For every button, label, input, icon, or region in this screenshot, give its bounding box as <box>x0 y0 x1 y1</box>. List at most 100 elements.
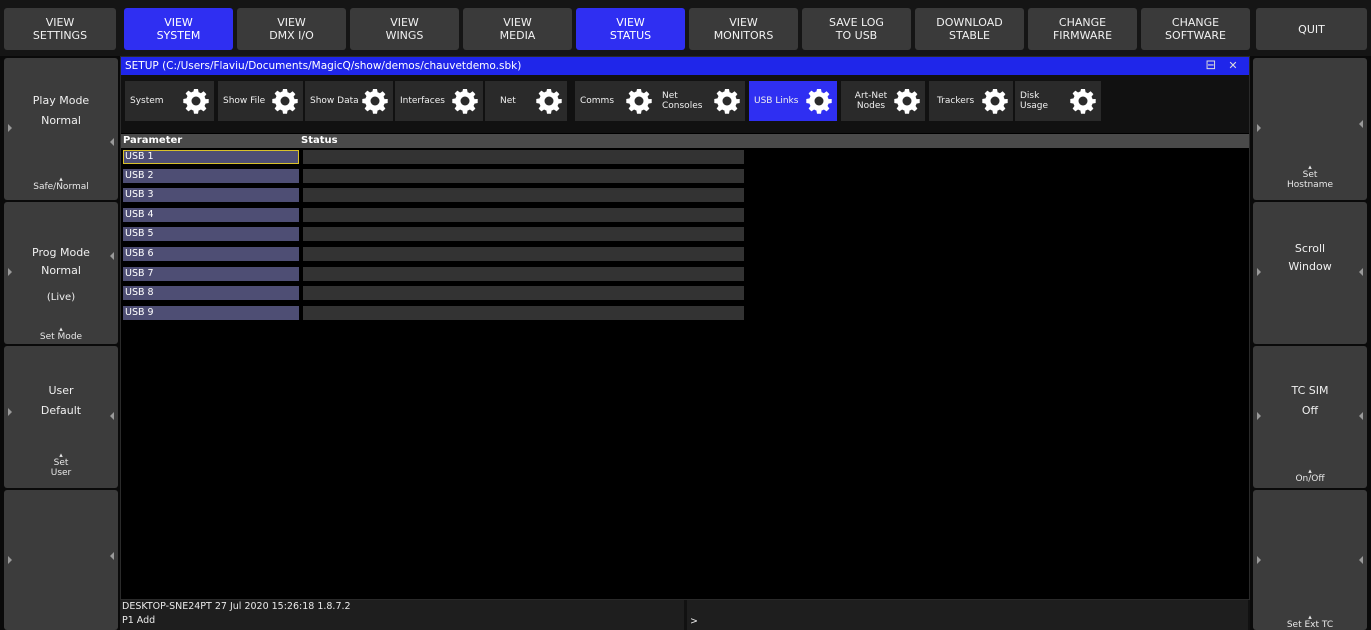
gear-icon <box>272 89 298 114</box>
tab-disk-usage[interactable]: Disk Usage <box>1015 81 1101 121</box>
view-status-button[interactable]: VIEW STATUS <box>576 8 685 50</box>
tab-interfaces[interactable]: Interfaces <box>395 81 483 121</box>
command-input-panel[interactable]: > <box>687 600 1248 630</box>
empty-left-softkey[interactable] <box>4 490 118 630</box>
set-mode-action: ▴ Set Mode <box>4 326 118 343</box>
command-line-text[interactable]: P1 Add <box>122 614 684 628</box>
tab-usb-links[interactable]: USB Links <box>749 81 837 121</box>
tab-net-consoles[interactable]: Net Consoles <box>657 81 745 121</box>
parameter-cell[interactable]: USB 8 <box>123 286 299 300</box>
status-cell[interactable] <box>303 227 744 241</box>
window-title-bar[interactable]: SETUP (C:/Users/Flaviu/Documents/MagicQ/… <box>121 57 1249 75</box>
tab-art-net-nodes[interactable]: Art-Net Nodes <box>841 81 925 121</box>
user-softkey[interactable]: User Default ▴ Set User <box>4 346 118 488</box>
scroll-window-softkey[interactable]: Scroll Window <box>1253 202 1367 344</box>
status-bar: DESKTOP-SNE24PT 27 Jul 2020 15:26:18 1.8… <box>120 600 1250 630</box>
set-hostname-action: ▴ Set Hostname <box>1253 164 1367 191</box>
parameter-cell[interactable]: USB 7 <box>123 267 299 281</box>
status-cell[interactable] <box>303 247 744 261</box>
gear-icon <box>183 89 209 114</box>
tab-show-file[interactable]: Show File <box>218 81 303 121</box>
save-log-to-usb-button[interactable]: SAVE LOG TO USB <box>802 8 911 50</box>
parameter-cell[interactable]: USB 9 <box>123 306 299 320</box>
right-arrow-icon <box>110 138 114 146</box>
gear-icon <box>1070 89 1096 114</box>
tab-net[interactable]: Net <box>485 81 567 121</box>
user-title: User <box>48 384 74 397</box>
status-cell[interactable] <box>303 150 744 164</box>
gear-icon <box>362 89 388 114</box>
gear-icon <box>536 89 562 114</box>
left-arrow-icon <box>1257 556 1261 564</box>
scroll-title: Scroll <box>1294 242 1326 255</box>
gear-icon <box>714 89 740 114</box>
setup-window: SETUP (C:/Users/Flaviu/Documents/MagicQ/… <box>120 56 1250 600</box>
tab-show-data[interactable]: Show Data <box>305 81 393 121</box>
tc-sim-softkey[interactable]: TC SIM Off ▴ On/Off <box>1253 346 1367 488</box>
tab-comms[interactable]: Comms <box>575 81 657 121</box>
top-softkey-bar: VIEW SETTINGS VIEW SYSTEM VIEW DMX I/O V… <box>0 0 1371 56</box>
status-cell[interactable] <box>303 208 744 222</box>
status-cell[interactable] <box>303 286 744 300</box>
view-settings-button[interactable]: VIEW SETTINGS <box>4 8 116 50</box>
window-title: SETUP (C:/Users/Flaviu/Documents/MagicQ/… <box>125 60 522 72</box>
status-cell[interactable] <box>303 188 744 202</box>
restore-window-icon[interactable]: ⊟ <box>1203 57 1219 75</box>
gear-icon <box>806 89 832 114</box>
right-arrow-icon <box>110 552 114 560</box>
right-arrow-icon <box>1359 120 1363 128</box>
on-off-action: ▴ On/Off <box>1253 468 1367 485</box>
prog-mode-softkey[interactable]: Prog Mode Normal (Live) ▴ Set Mode <box>4 202 118 344</box>
status-cell[interactable] <box>303 169 744 183</box>
view-wings-button[interactable]: VIEW WINGS <box>350 8 459 50</box>
tab-system[interactable]: System <box>125 81 214 121</box>
left-arrow-icon <box>1257 124 1261 132</box>
gear-icon <box>982 89 1008 114</box>
scroll-value: Window <box>1288 260 1332 273</box>
gear-icon <box>452 89 478 114</box>
safe-normal-action: ▴ Safe/Normal <box>4 176 118 193</box>
parameter-cell[interactable]: USB 6 <box>123 247 299 261</box>
tab-trackers[interactable]: Trackers <box>929 81 1013 121</box>
gear-icon <box>626 89 652 114</box>
command-prompt: > <box>690 616 698 627</box>
quit-button[interactable]: QUIT <box>1256 8 1367 50</box>
left-arrow-icon <box>8 556 12 564</box>
play-mode-value: Normal <box>41 114 81 127</box>
status-cell[interactable] <box>303 267 744 281</box>
column-header-status[interactable]: Status <box>301 134 338 148</box>
view-system-button[interactable]: VIEW SYSTEM <box>124 8 233 50</box>
download-stable-button[interactable]: DOWNLOAD STABLE <box>915 8 1024 50</box>
view-dmx-io-button[interactable]: VIEW DMX I/O <box>237 8 346 50</box>
status-cell[interactable] <box>303 306 744 320</box>
parameter-cell[interactable]: USB 2 <box>123 169 299 183</box>
user-value: Default <box>40 404 82 417</box>
play-mode-softkey[interactable]: Play Mode Normal ▴ Safe/Normal <box>4 58 118 200</box>
set-ext-tc-softkey[interactable]: ▴ Set Ext TC <box>1253 490 1367 630</box>
table-header: Parameter Status <box>121 134 1249 148</box>
column-header-parameter[interactable]: Parameter <box>123 134 182 148</box>
system-info-text: DESKTOP-SNE24PT 27 Jul 2020 15:26:18 1.8… <box>122 601 351 612</box>
parameter-cell[interactable]: USB 3 <box>123 188 299 202</box>
gear-icon <box>894 89 920 114</box>
set-user-action: ▴ Set User <box>4 452 118 479</box>
parameter-cell[interactable]: USB 4 <box>123 208 299 222</box>
tc-sim-title: TC SIM <box>1291 384 1329 397</box>
view-monitors-button[interactable]: VIEW MONITORS <box>689 8 798 50</box>
setup-tabs: System Show File Show Data Interfaces Ne… <box>121 75 1249 133</box>
view-media-button[interactable]: VIEW MEDIA <box>463 8 572 50</box>
set-ext-tc-action: ▴ Set Ext TC <box>1253 614 1367 630</box>
play-mode-title: Play Mode <box>32 94 90 107</box>
prog-mode-value: Normal <box>41 264 81 277</box>
parameter-cell[interactable]: USB 1 <box>123 150 299 164</box>
close-window-icon[interactable]: ✕ <box>1225 57 1241 75</box>
parameter-cell[interactable]: USB 5 <box>123 227 299 241</box>
prog-mode-title: Prog Mode <box>32 246 90 259</box>
tc-sim-value: Off <box>1301 404 1319 417</box>
change-firmware-button[interactable]: CHANGE FIRMWARE <box>1028 8 1137 50</box>
set-hostname-softkey[interactable]: ▴ Set Hostname <box>1253 58 1367 200</box>
prog-mode-note: (Live) <box>46 292 76 303</box>
change-software-button[interactable]: CHANGE SOFTWARE <box>1141 8 1250 50</box>
status-info-panel: DESKTOP-SNE24PT 27 Jul 2020 15:26:18 1.8… <box>120 600 684 630</box>
right-arrow-icon <box>1359 556 1363 564</box>
